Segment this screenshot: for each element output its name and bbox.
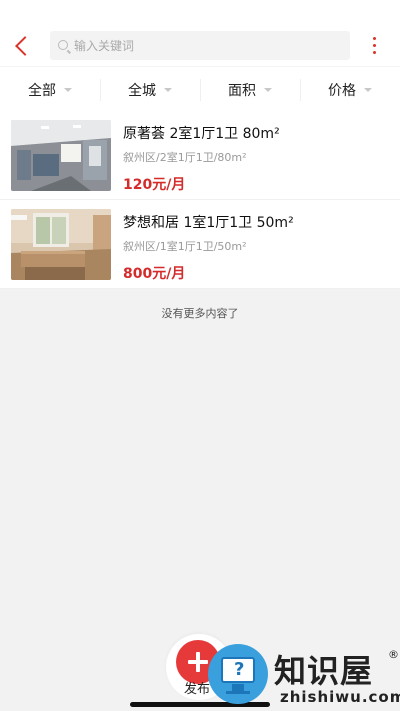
listing-price: 800元/月 xyxy=(123,266,186,282)
listing-list: 原著荟 2室1厅1卫 80m² 叙州区/2室1厅1卫/80m² 120元/月 梦… xyxy=(0,111,400,289)
publish-label: 发布 xyxy=(184,682,211,697)
watermark: ? 知识屋 ® zhishiwu.com xyxy=(208,640,400,711)
filter-label: 全城 xyxy=(128,82,156,99)
listing-title: 原著荟 2室1厅1卫 80m² xyxy=(123,126,280,142)
filter-bar: 全部 全城 面积 价格 xyxy=(0,66,400,111)
top-bar xyxy=(0,0,400,66)
filter-city[interactable]: 全城 xyxy=(100,67,200,112)
caret-down-icon xyxy=(364,87,372,92)
filter-all[interactable]: 全部 xyxy=(0,67,100,112)
filter-area[interactable]: 面积 xyxy=(200,67,300,112)
listing-details: 叙州区/2室1厅1卫/80m² xyxy=(123,151,247,164)
listing-price: 120元/月 xyxy=(123,177,186,193)
watermark-registered-mark: ® xyxy=(388,648,399,661)
back-arrow-icon[interactable] xyxy=(12,33,34,59)
more-vertical-icon[interactable] xyxy=(366,34,384,58)
caret-down-icon xyxy=(164,87,172,92)
filter-label: 价格 xyxy=(328,82,356,99)
watermark-name: 知识屋 xyxy=(274,652,374,690)
search-box[interactable] xyxy=(50,31,350,60)
filter-price[interactable]: 价格 xyxy=(300,67,400,112)
end-of-list-message: 没有更多内容了 xyxy=(161,307,239,320)
listing-title: 梦想和居 1室1厅1卫 50m² xyxy=(123,215,294,231)
filter-label: 面积 xyxy=(228,82,256,99)
listing-photo xyxy=(11,209,111,280)
list-item[interactable]: 原著荟 2室1厅1卫 80m² 叙州区/2室1厅1卫/80m² 120元/月 xyxy=(0,111,400,200)
listing-photo xyxy=(11,120,111,191)
filter-label: 全部 xyxy=(28,82,56,99)
watermark-logo-icon: ? xyxy=(208,644,268,704)
watermark-url: zhishiwu.com xyxy=(280,688,400,706)
list-item[interactable]: 梦想和居 1室1厅1卫 50m² 叙州区/1室1厅1卫/50m² 800元/月 xyxy=(0,200,400,289)
caret-down-icon xyxy=(264,87,272,92)
search-icon xyxy=(58,40,68,50)
caret-down-icon xyxy=(64,87,72,92)
listing-details: 叙州区/1室1厅1卫/50m² xyxy=(123,240,247,253)
search-input[interactable] xyxy=(74,31,344,60)
